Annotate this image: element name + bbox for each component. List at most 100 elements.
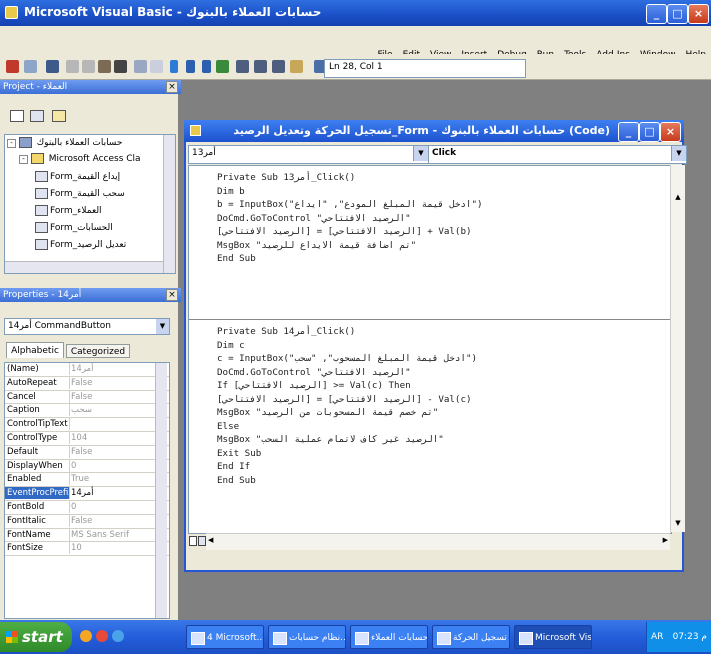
- tab-categorized-label: Categorized: [70, 347, 126, 357]
- code-horizontal-scrollbar[interactable]: ◀ ▶: [206, 533, 670, 550]
- property-row[interactable]: FontSize 10: [5, 542, 169, 557]
- tree-vertical-scrollbar[interactable]: [163, 135, 175, 273]
- property-value[interactable]: أمر14: [71, 487, 93, 499]
- taskbar-button[interactable]: تسجيل الحركة: [432, 625, 510, 649]
- clock[interactable]: 07:23 م: [673, 632, 707, 642]
- view-code-icon[interactable]: [10, 110, 24, 122]
- properties-panel-close-icon[interactable]: ×: [166, 289, 178, 301]
- taskbar-button[interactable]: Microsoft Visu...: [514, 625, 592, 649]
- property-value[interactable]: False: [71, 377, 92, 389]
- code-minimize-button[interactable]: _: [618, 122, 639, 142]
- property-row[interactable]: (Name) أمر14: [5, 363, 169, 377]
- code-window-title-bar[interactable]: تسجيل الحركة وتعديل الرصيد_Form - حسابات…: [184, 120, 684, 142]
- object-browser-icon[interactable]: [272, 60, 285, 73]
- toolbox-icon[interactable]: [290, 60, 303, 73]
- code-line: MsgBox "تم اضافة قيمة الايداع للرصيد": [217, 239, 417, 251]
- scroll-up-icon[interactable]: ▲: [672, 193, 684, 203]
- tree-form-item[interactable]: Form_الحسابات: [35, 222, 113, 233]
- minimize-button[interactable]: _: [646, 4, 667, 24]
- tree-horizontal-scrollbar[interactable]: [5, 261, 163, 273]
- procedure-combo[interactable]: Click ▼: [428, 145, 687, 164]
- procedure-view-icon[interactable]: [189, 536, 197, 546]
- property-name: ControlType: [5, 431, 70, 444]
- property-row[interactable]: AutoRepeat False: [5, 376, 169, 391]
- property-value[interactable]: سحب: [71, 404, 92, 416]
- paste-icon[interactable]: [98, 60, 111, 73]
- property-row[interactable]: Caption سحب: [5, 404, 169, 419]
- project-explorer-icon[interactable]: [236, 60, 249, 73]
- code-vertical-scrollbar[interactable]: ▲ ▼: [670, 165, 685, 532]
- toggle-folders-icon[interactable]: [52, 110, 66, 122]
- main-title-bar[interactable]: Microsoft Visual Basic - حسابات العملاء …: [0, 0, 711, 26]
- chevron-down-icon[interactable]: ▼: [671, 146, 686, 161]
- property-value[interactable]: False: [71, 446, 92, 458]
- view-object-icon[interactable]: [30, 110, 44, 122]
- property-value[interactable]: False: [71, 391, 92, 403]
- tree-form-item[interactable]: Form_سحب القيمة: [35, 188, 125, 199]
- tab-alphabetic[interactable]: Alphabetic: [6, 342, 64, 358]
- tree-form-item[interactable]: Form_إيداع القيمة: [35, 171, 120, 182]
- property-row[interactable]: Cancel False: [5, 390, 169, 405]
- property-value[interactable]: 104: [71, 432, 87, 444]
- property-row[interactable]: ControlTipText: [5, 418, 169, 432]
- chevron-down-icon[interactable]: ▼: [413, 146, 428, 161]
- project-panel-close-icon[interactable]: ×: [166, 81, 178, 93]
- taskbar-button[interactable]: نظام حسابات...: [268, 625, 346, 649]
- property-value[interactable]: 0: [71, 460, 76, 472]
- property-value[interactable]: 0: [71, 501, 76, 513]
- break-icon[interactable]: [186, 60, 195, 73]
- full-module-view-icon[interactable]: [198, 536, 206, 546]
- redo-icon[interactable]: [150, 60, 163, 73]
- code-maximize-button[interactable]: □: [639, 122, 660, 142]
- property-value[interactable]: MS Sans Serif: [71, 529, 129, 541]
- object-combo[interactable]: أمر13 ▼: [188, 145, 429, 164]
- quicklaunch-browser-icon[interactable]: [96, 630, 108, 642]
- taskbar-button[interactable]: 4 Microsoft...: [186, 625, 264, 649]
- scroll-right-icon[interactable]: ▶: [663, 536, 668, 544]
- property-row[interactable]: EventProcPrefix أمر14: [5, 487, 169, 501]
- insert-module-icon[interactable]: [24, 60, 37, 73]
- chevron-down-icon[interactable]: ▼: [156, 319, 169, 334]
- quicklaunch-app-icon[interactable]: [112, 630, 124, 642]
- object-selector-dropdown[interactable]: أمر14 CommandButton ▼: [4, 318, 170, 335]
- property-value[interactable]: أمر14: [71, 363, 93, 375]
- tree-folder[interactable]: - Microsoft Access Cla: [19, 153, 141, 164]
- maximize-button[interactable]: □: [667, 4, 688, 24]
- properties-window-icon[interactable]: [254, 60, 267, 73]
- property-row[interactable]: Default False: [5, 445, 169, 460]
- find-icon[interactable]: [114, 60, 127, 73]
- copy-icon[interactable]: [82, 60, 95, 73]
- expand-minus-icon[interactable]: -: [19, 155, 28, 164]
- access-view-icon[interactable]: [6, 60, 19, 73]
- properties-scrollbar[interactable]: [155, 363, 167, 618]
- run-icon[interactable]: [170, 60, 178, 73]
- tree-form-item[interactable]: Form_العملاء: [35, 205, 102, 216]
- cut-icon[interactable]: [66, 60, 79, 73]
- property-row[interactable]: ControlType 104: [5, 431, 169, 446]
- scroll-down-icon[interactable]: ▼: [672, 519, 684, 529]
- start-button[interactable]: start: [0, 622, 72, 652]
- close-button[interactable]: ×: [688, 4, 709, 24]
- expand-minus-icon[interactable]: -: [7, 139, 16, 148]
- scroll-left-icon[interactable]: ◀: [208, 536, 213, 544]
- property-row[interactable]: FontBold 0: [5, 500, 169, 515]
- taskbar-button[interactable]: حسابات العملاء: [350, 625, 428, 649]
- reset-icon[interactable]: [202, 60, 211, 73]
- code-close-button[interactable]: ×: [660, 122, 681, 142]
- property-row[interactable]: FontName MS Sans Serif: [5, 528, 169, 543]
- tree-form-item[interactable]: Form_تعديل الرصيد: [35, 239, 126, 250]
- save-icon[interactable]: [46, 60, 59, 73]
- language-indicator[interactable]: AR: [651, 622, 663, 652]
- property-value[interactable]: 10: [71, 542, 82, 554]
- tab-categorized[interactable]: Categorized: [66, 344, 130, 358]
- property-value[interactable]: True: [71, 473, 89, 485]
- code-editor[interactable]: Private Sub أمر13_Click() Dim b b = InputB…: [188, 165, 672, 534]
- design-mode-icon[interactable]: [216, 60, 229, 73]
- quicklaunch-media-icon[interactable]: [80, 630, 92, 642]
- property-value[interactable]: False: [71, 515, 92, 527]
- property-row[interactable]: DisplayWhen 0: [5, 459, 169, 474]
- property-row[interactable]: Enabled True: [5, 473, 169, 488]
- tree-root[interactable]: - حسابات العملاء بالبنوك: [7, 137, 122, 148]
- property-row[interactable]: FontItalic False: [5, 514, 169, 529]
- undo-icon[interactable]: [134, 60, 147, 73]
